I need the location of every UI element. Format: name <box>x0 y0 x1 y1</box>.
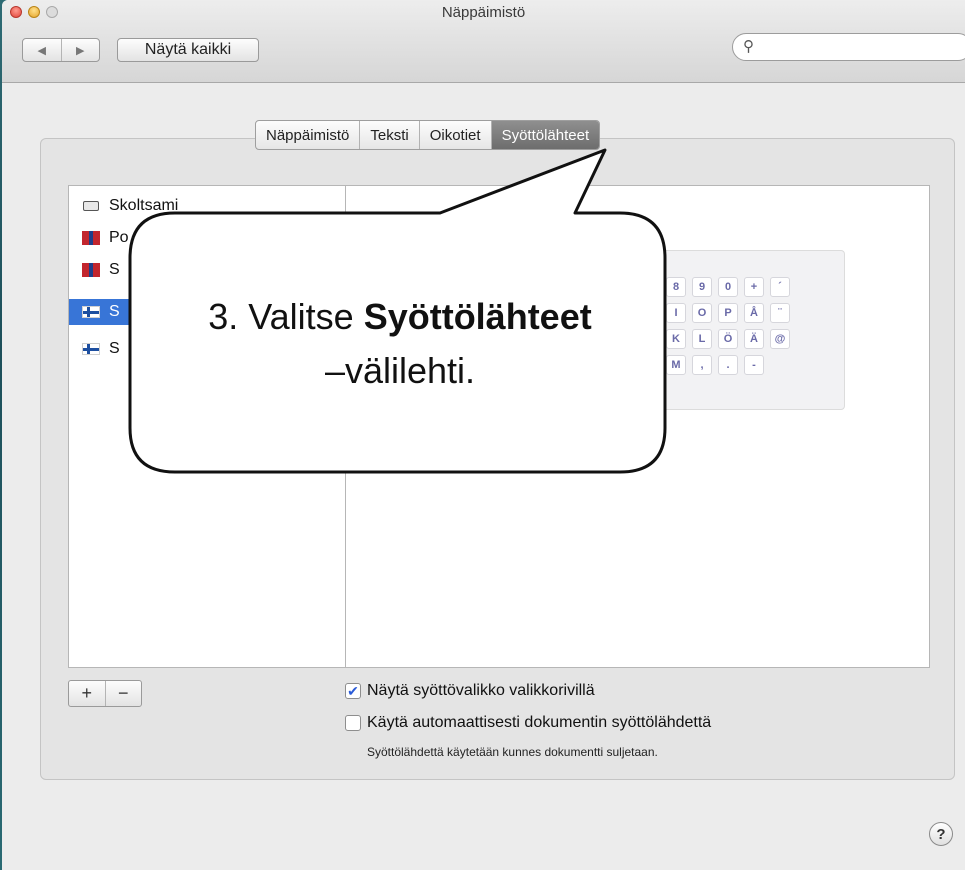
callout-bubble <box>128 148 667 474</box>
callout-line-1: 3. Valitse Syöttölähteet <box>140 290 660 344</box>
callout-bold: Syöttölähteet <box>363 296 592 337</box>
callout-line-2: –välilehti. <box>324 350 476 391</box>
callout-prefix: 3. Valitse <box>208 296 364 337</box>
callout-text: 3. Valitse Syöttölähteet –välilehti. <box>140 290 660 398</box>
